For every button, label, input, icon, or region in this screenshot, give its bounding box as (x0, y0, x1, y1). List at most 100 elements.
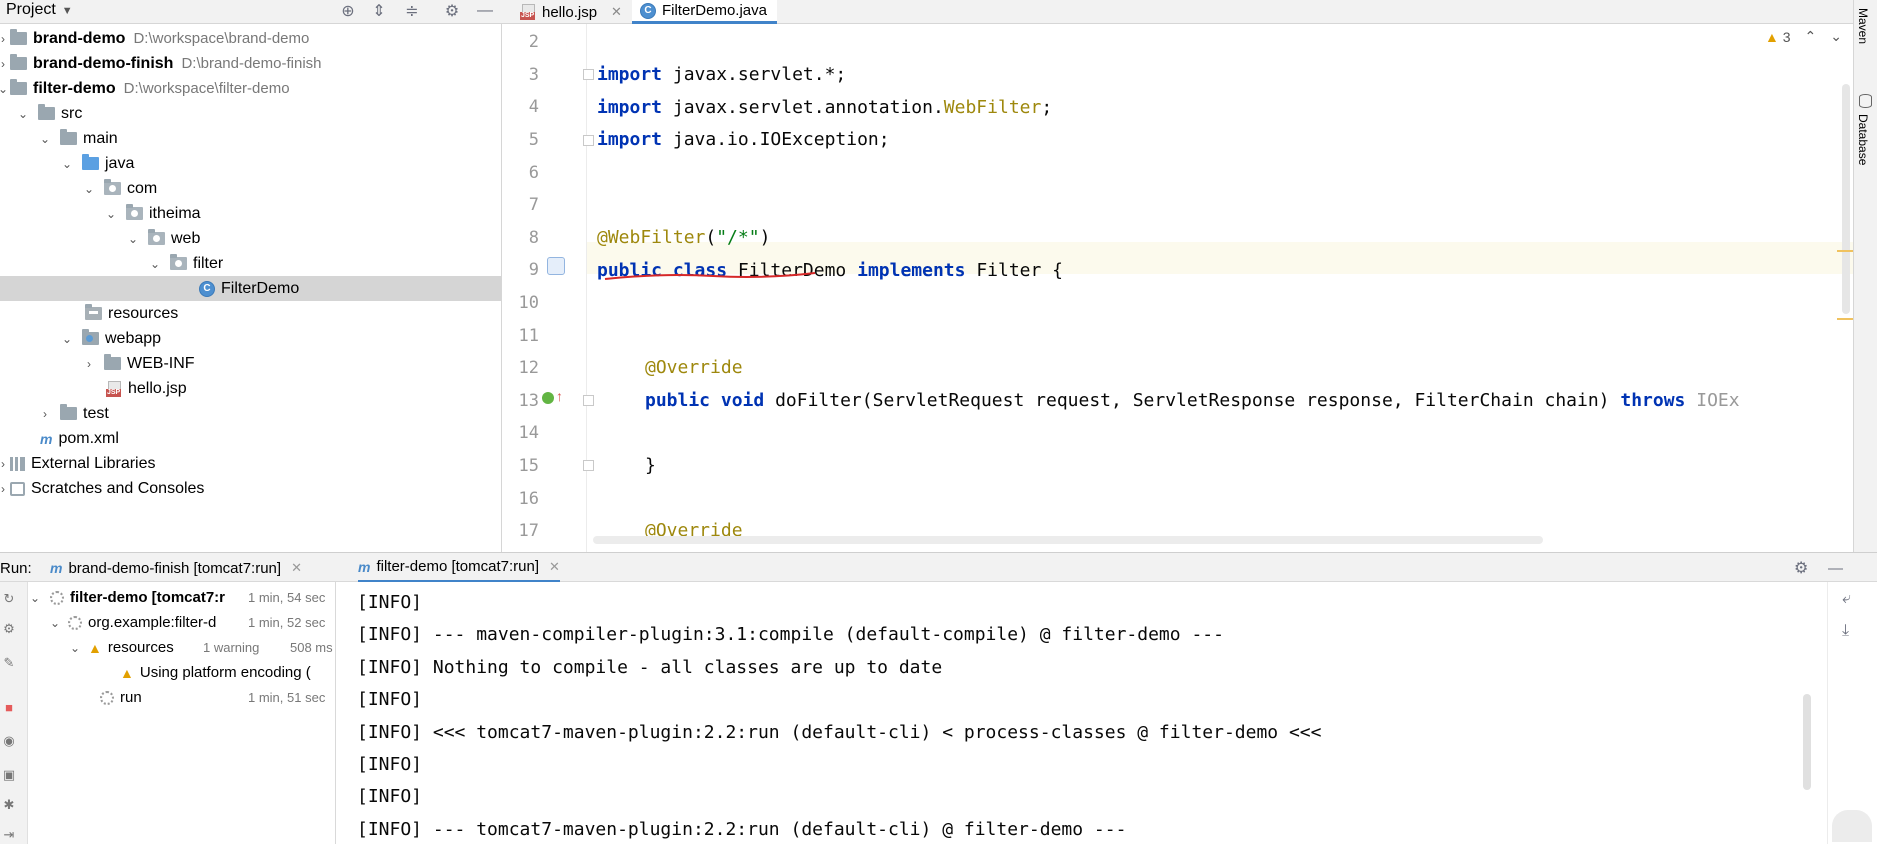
tree-item-label: WEB-INF (127, 354, 195, 372)
exit-icon[interactable]: ⇥ (0, 826, 18, 844)
tree-item-web-inf[interactable]: › WEB-INF (0, 351, 501, 376)
build-node-org-example[interactable]: ⌄ org.example:filter-d 1 min, 52 sec (48, 610, 335, 635)
run-tab-label: filter-demo [tomcat7:run] (376, 558, 540, 575)
chevron-right-icon[interactable]: › (0, 457, 10, 471)
build-node-run[interactable]: run 1 min, 51 sec (100, 685, 335, 710)
chevron-down-icon[interactable]: ⌄ (104, 207, 118, 221)
tree-item-test[interactable]: › test (0, 401, 501, 426)
code-token: implements (857, 260, 966, 281)
console-output[interactable]: [INFO] [INFO] --- maven-compiler-plugin:… (337, 582, 1827, 844)
tree-item-scratches[interactable]: › Scratches and Consoles (0, 476, 501, 501)
settings-icon[interactable]: ✱ (0, 796, 18, 814)
tree-item-filter-demo[interactable]: ⌄ filter-demo D:\workspace\filter-demo (0, 76, 501, 101)
chevron-down-icon[interactable]: ⌄ (38, 132, 52, 146)
maven-tool-button[interactable]: Maven (1856, 8, 1870, 44)
inspection-widget[interactable]: ▲ 3 ⌃ ⌄ (1765, 28, 1842, 45)
console-scrollbar[interactable] (1803, 694, 1811, 790)
run-tab-brand-demo-finish[interactable]: m brand-demo-finish [tomcat7:run] ✕ (50, 553, 302, 583)
code-editor[interactable]: 2 3 4 5 6 7 8 9 10 11 12 13 14 15 16 17 … (503, 24, 1853, 552)
tab-hello-jsp[interactable]: hello.jsp ✕ (512, 0, 632, 24)
tree-item-external-libraries[interactable]: › External Libraries (0, 451, 501, 476)
chevron-down-icon[interactable]: ⌄ (1830, 28, 1842, 45)
up-arrow-icon[interactable]: ↑ (556, 388, 563, 404)
tree-item-main[interactable]: ⌄ main (0, 126, 501, 151)
warning-marker[interactable] (1837, 318, 1853, 320)
rerun-icon[interactable]: ↻ (0, 590, 18, 608)
stop-icon[interactable]: ■ (0, 698, 18, 716)
tree-item-itheima[interactable]: ⌄ itheima (0, 201, 501, 226)
tree-item-brand-demo[interactable]: › brand-demo D:\workspace\brand-demo (0, 26, 501, 51)
chevron-down-icon[interactable]: ⌄ (28, 591, 42, 605)
soft-wrap-icon[interactable]: ⤶ (1842, 590, 1851, 608)
chevron-up-icon[interactable]: ⌃ (1805, 28, 1817, 45)
build-node-resources[interactable]: ⌄ ▲ resources 1 warning 508 ms (68, 635, 335, 660)
code-token: ( (705, 227, 717, 248)
chevron-down-icon[interactable]: ⌄ (68, 641, 82, 655)
fold-marker-icon[interactable] (583, 135, 594, 146)
chevron-down-icon[interactable]: ⌄ (16, 107, 30, 121)
project-view-selector[interactable]: Project ▼ (6, 0, 73, 22)
chevron-right-icon[interactable]: › (0, 57, 10, 71)
chevron-right-icon[interactable]: › (0, 482, 10, 496)
chevron-down-icon[interactable]: ⌄ (148, 257, 162, 271)
chevron-down-icon[interactable]: ⌄ (0, 82, 10, 96)
chevron-down-icon[interactable]: ⌄ (60, 332, 74, 346)
build-node-encoding-warning[interactable]: ▲ Using platform encoding ( (120, 660, 335, 685)
run-tab-label: brand-demo-finish [tomcat7:run] (68, 559, 282, 577)
tab-label: FilterDemo.java (661, 2, 767, 19)
eye-icon[interactable]: ◉ (0, 732, 18, 750)
tree-item-filter[interactable]: ⌄ filter (0, 251, 501, 276)
wrench-icon[interactable]: ✎ (0, 654, 18, 672)
build-node-time: 508 ms (290, 640, 333, 655)
tree-item-resources[interactable]: resources (0, 301, 501, 326)
tree-item-webapp[interactable]: ⌄ webapp (0, 326, 501, 351)
expand-all-icon[interactable]: ⇕ (368, 0, 390, 22)
hide-panel-icon[interactable]: — (1828, 553, 1843, 583)
code-token: public (645, 390, 711, 411)
tree-item-src[interactable]: ⌄ src (0, 101, 501, 126)
close-icon[interactable]: ✕ (611, 4, 622, 20)
database-tool-button[interactable]: Database (1856, 114, 1870, 165)
implementation-gutter-icon[interactable] (547, 257, 565, 275)
run-tab-filter-demo[interactable]: m filter-demo [tomcat7:run] ✕ (358, 553, 560, 583)
build-node-filter-demo[interactable]: ⌄ filter-demo [tomcat7:r 1 min, 54 sec (28, 585, 335, 610)
modify-config-icon[interactable]: ⚙ (0, 620, 18, 638)
tree-item-java[interactable]: ⌄ java (0, 151, 501, 176)
chevron-right-icon[interactable]: › (0, 32, 10, 46)
chevron-down-icon[interactable]: ⌄ (60, 157, 74, 171)
chevron-right-icon[interactable]: › (38, 407, 52, 421)
close-icon[interactable]: ✕ (549, 559, 560, 575)
chevron-down-icon[interactable]: ⌄ (126, 232, 140, 246)
locate-icon[interactable]: ⊕ (337, 0, 359, 22)
tree-item-com[interactable]: ⌄ com (0, 176, 501, 201)
chevron-right-icon[interactable]: › (82, 357, 96, 371)
camera-icon[interactable]: ▣ (0, 766, 18, 784)
vertical-scrollbar[interactable] (1842, 84, 1850, 314)
close-icon[interactable]: ✕ (291, 560, 302, 576)
tab-filterdemo-java[interactable]: C FilterDemo.java (631, 0, 777, 24)
fold-marker-icon[interactable] (583, 69, 594, 80)
build-node-label: Using platform encoding ( (139, 664, 311, 681)
fold-marker-icon[interactable] (583, 395, 594, 406)
fold-marker-icon[interactable] (583, 460, 594, 471)
collapse-all-icon[interactable]: ≑ (401, 0, 423, 22)
chevron-down-icon[interactable]: ⌄ (48, 616, 62, 630)
line-number: 9 (528, 260, 539, 280)
chevron-down-icon[interactable]: ⌄ (82, 182, 96, 196)
horizontal-scrollbar[interactable] (593, 536, 1543, 544)
hide-panel-icon[interactable]: — (474, 0, 496, 22)
tree-item-hello-jsp[interactable]: hello.jsp (0, 376, 501, 401)
progress-spinner-icon (100, 690, 114, 705)
tree-item-label: resources (108, 304, 179, 322)
gear-icon[interactable]: ⚙ (441, 0, 463, 22)
tree-item-brand-demo-finish[interactable]: › brand-demo-finish D:\brand-demo-finish (0, 51, 501, 76)
tree-item-filterdemo[interactable]: C FilterDemo (0, 276, 501, 301)
warning-marker[interactable] (1837, 250, 1853, 252)
override-gutter-icon[interactable] (542, 392, 554, 404)
tree-item-pom-xml[interactable]: m pom.xml (0, 426, 501, 451)
tree-item-web[interactable]: ⌄ web (0, 226, 501, 251)
scroll-to-end-icon[interactable]: ⤓ (1842, 622, 1849, 640)
gear-icon[interactable]: ⚙ (1794, 553, 1808, 583)
tree-item-label: main (83, 129, 118, 147)
tree-item-label: filter-demo (33, 79, 116, 97)
